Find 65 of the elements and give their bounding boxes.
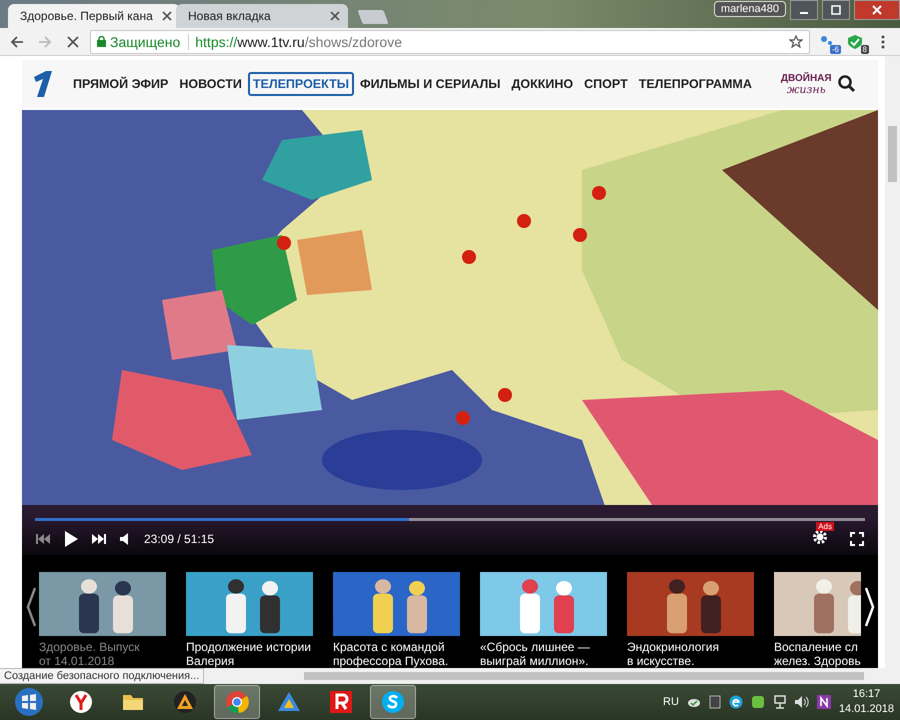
shield-icon bbox=[847, 34, 863, 50]
extension-button[interactable]: -6 bbox=[816, 30, 838, 52]
triangle-logo-icon bbox=[278, 692, 300, 711]
url-text: https://www.1tv.ru/shows/zdorove bbox=[195, 34, 402, 50]
time-display: 23:09 / 51:15 bbox=[144, 532, 214, 546]
nav-link[interactable]: ПРЯМОЙ ЭФИР bbox=[68, 72, 174, 96]
video-title[interactable]: Продолжение истории Валерия bbox=[186, 640, 313, 668]
back-arrow-icon bbox=[10, 34, 24, 48]
folder-icon bbox=[123, 695, 143, 710]
security-indicator[interactable]: Защищено bbox=[97, 34, 190, 50]
address-field[interactable]: Защищено https://www.1tv.ru/shows/zdorove bbox=[90, 30, 810, 54]
storage-icon[interactable] bbox=[708, 695, 721, 709]
clock[interactable]: 16:17 14.01.2018 bbox=[838, 687, 894, 717]
vertical-scrollbar[interactable] bbox=[885, 56, 900, 668]
menu-icon bbox=[881, 34, 885, 48]
extension-button[interactable]: 8 bbox=[844, 30, 866, 52]
browser-tab[interactable]: Новая вкладка bbox=[176, 4, 348, 28]
horizontal-scrollbar[interactable] bbox=[204, 668, 900, 684]
nav-link[interactable]: ФИЛЬМЫ И СЕРИАЛЫ bbox=[354, 72, 506, 96]
maximize-button[interactable] bbox=[822, 0, 850, 20]
volume-icon[interactable] bbox=[794, 696, 809, 708]
video-title[interactable]: «Сбрось лишнее — выиграй миллион». bbox=[480, 640, 607, 668]
star-icon[interactable] bbox=[789, 34, 803, 48]
nav-link[interactable]: ТЕЛЕПРОЕКТЫ bbox=[248, 72, 354, 96]
next-icon[interactable] bbox=[92, 534, 106, 544]
nav-link[interactable]: СПОРТ bbox=[579, 72, 633, 96]
status-bubble: Создание безопасного подключения... bbox=[0, 668, 204, 684]
forward-arrow-icon bbox=[38, 34, 52, 48]
skype-icon bbox=[382, 691, 404, 713]
play-icon[interactable] bbox=[64, 531, 78, 547]
e-logo-icon[interactable] bbox=[728, 695, 743, 709]
close-icon bbox=[67, 36, 79, 48]
network-icon[interactable] bbox=[772, 695, 787, 709]
lock-icon bbox=[97, 36, 106, 47]
close-button[interactable] bbox=[854, 0, 900, 20]
video-title[interactable]: Красота с командой профессора Пухова. bbox=[333, 640, 460, 668]
chrome-icon bbox=[226, 691, 249, 714]
fullscreen-icon[interactable] bbox=[850, 532, 864, 546]
close-icon[interactable] bbox=[330, 11, 340, 21]
notebook-icon[interactable] bbox=[816, 695, 831, 709]
triangle-logo-icon bbox=[174, 691, 196, 713]
video-title[interactable]: Здоровье. Выпуск от 14.01.2018 bbox=[39, 640, 166, 668]
cloud-icon[interactable] bbox=[686, 696, 701, 708]
settings-icon[interactable] bbox=[812, 528, 828, 544]
windows-logo-icon bbox=[14, 687, 44, 717]
maximize-icon bbox=[831, 5, 841, 15]
close-icon bbox=[872, 5, 882, 15]
video-title[interactable]: Эндокринология в искусстве. bbox=[627, 640, 754, 668]
search-icon[interactable] bbox=[838, 75, 856, 93]
close-icon[interactable] bbox=[162, 11, 172, 21]
nav-link[interactable]: ДОККИНО bbox=[506, 72, 578, 96]
nav-link[interactable]: НОВОСТИ bbox=[174, 72, 247, 96]
yandex-icon bbox=[70, 691, 92, 713]
profile-button[interactable]: marlena480 bbox=[714, 1, 786, 17]
minimize-icon bbox=[800, 12, 808, 14]
volume-icon[interactable] bbox=[120, 533, 130, 545]
browser-tab[interactable]: Здоровье. Первый кана bbox=[8, 4, 180, 28]
show-logo[interactable]: ДВОЙНАЯ жизнь bbox=[780, 74, 832, 94]
minimize-button[interactable] bbox=[790, 0, 818, 20]
video-title[interactable]: Воспаление сл желез. Здоровь bbox=[774, 640, 861, 668]
language-indicator[interactable]: RU bbox=[663, 696, 679, 708]
r-logo-icon bbox=[330, 691, 352, 713]
taskbar-app[interactable] bbox=[370, 685, 416, 719]
nav-link[interactable]: ТЕЛЕПРОГРАММА bbox=[634, 72, 757, 96]
previous-icon[interactable] bbox=[36, 534, 50, 544]
